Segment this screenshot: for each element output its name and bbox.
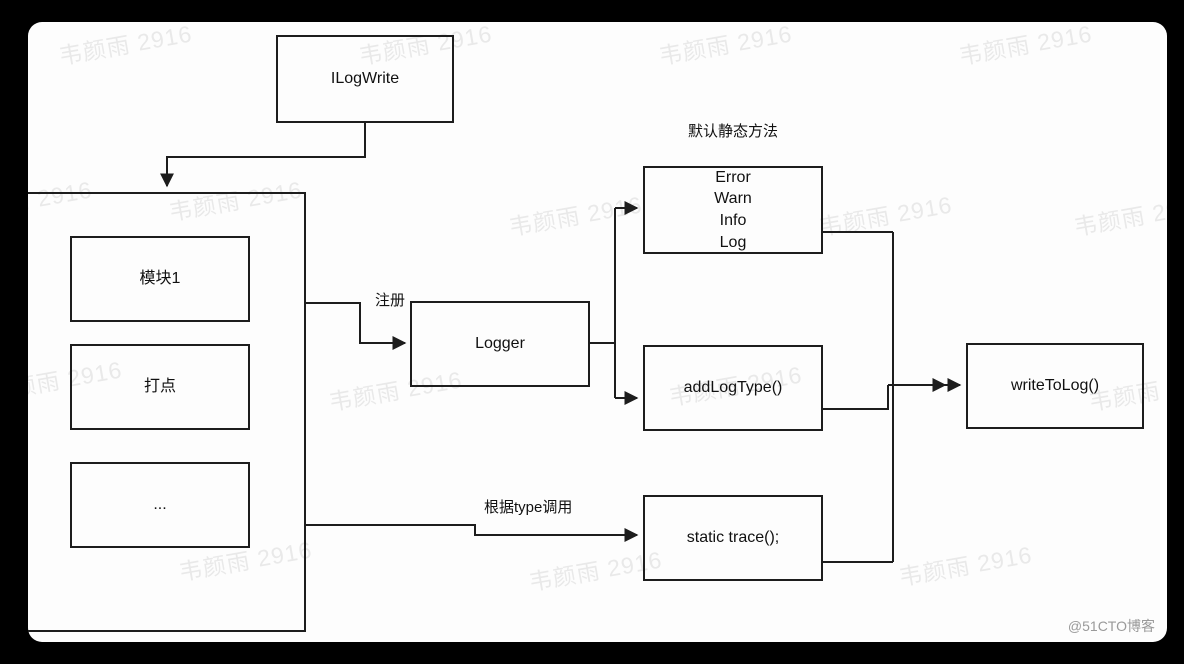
node-module1[interactable]: 模块1 — [70, 236, 250, 322]
node-tracking[interactable]: 打点 — [70, 344, 250, 430]
node-write-to-log[interactable]: writeToLog() — [966, 343, 1144, 429]
node-add-log-type[interactable]: addLogType() — [643, 345, 823, 431]
node-log-levels[interactable]: Error Warn Info Log — [643, 166, 823, 254]
log-level-warn: Warn — [714, 190, 752, 208]
label-default-static-methods: 默认静态方法 — [688, 123, 779, 140]
label-call-by-type: 根据type调用 — [484, 499, 573, 516]
log-level-info: Info — [719, 212, 747, 229]
log-level-log: Log — [719, 233, 747, 251]
node-ilogwrite[interactable]: ILogWrite — [276, 35, 454, 123]
node-write-to-log-label: writeToLog() — [1010, 377, 1100, 395]
diagram-screen: 韦颜雨 2916 韦颜雨 2916 韦颜雨 2916 韦颜雨 2916 韦颜雨 … — [0, 0, 1184, 664]
node-tracking-label: 打点 — [143, 378, 176, 396]
label-register: 注册 — [375, 292, 406, 309]
node-ellipsis[interactable]: ... — [70, 462, 250, 548]
node-ilogwrite-label: ILogWrite — [330, 70, 400, 88]
node-logger[interactable]: Logger — [410, 301, 590, 387]
node-static-trace[interactable]: static trace(); — [643, 495, 823, 581]
node-add-log-type-label: addLogType() — [683, 379, 783, 397]
edge-addlogtype-to-bus — [822, 385, 889, 410]
edge-container-to-static-trace — [306, 524, 639, 542]
node-module1-label: 模块1 — [139, 270, 181, 288]
node-logger-label: Logger — [475, 335, 525, 353]
log-level-error: Error — [715, 168, 751, 186]
node-static-trace-label: static trace(); — [686, 529, 780, 547]
node-ellipsis-label: ... — [153, 496, 167, 514]
edge-ilogwrite-to-container — [160, 123, 366, 188]
